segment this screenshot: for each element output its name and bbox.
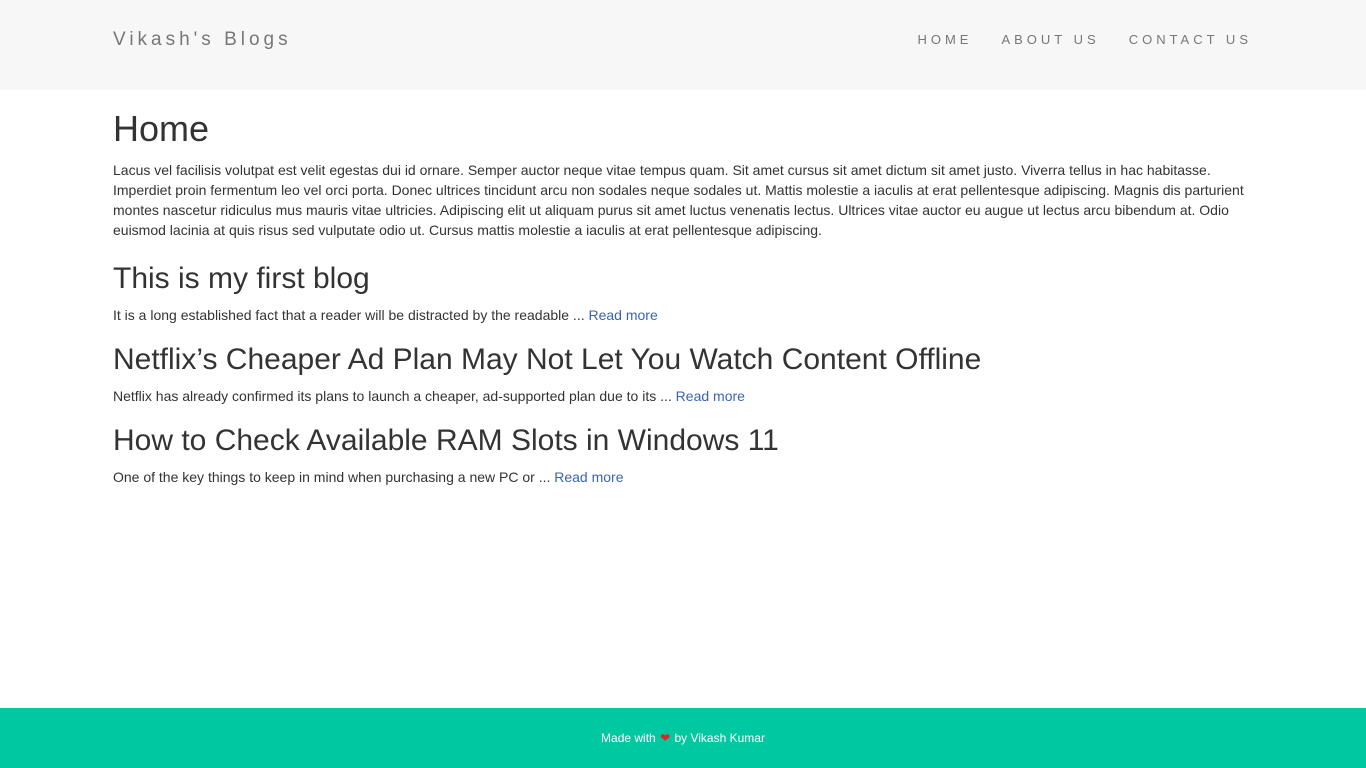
nav-about-us-link[interactable]: ABOUT US — [1001, 32, 1099, 48]
site-brand-link[interactable]: Vikash's Blogs — [113, 29, 292, 51]
heart-icon: ❤ — [660, 731, 671, 745]
blog-post: How to Check Available RAM Slots in Wind… — [113, 423, 1253, 486]
post-excerpt-text: Netflix has already confirmed its plans … — [113, 388, 676, 404]
blog-post: Netflix’s Cheaper Ad Plan May Not Let Yo… — [113, 342, 1253, 405]
site-header: Vikash's Blogs HOME ABOUT US CONTACT US — [0, 0, 1366, 90]
read-more-link[interactable]: Read more — [589, 307, 658, 323]
post-title: This is my first blog — [113, 262, 370, 295]
nav-contact-us-link[interactable]: CONTACT US — [1129, 32, 1252, 48]
read-more-link[interactable]: Read more — [676, 388, 745, 404]
main-content: Home Lacus vel facilisis volutpat est ve… — [113, 108, 1253, 486]
post-excerpt: Netflix has already confirmed its plans … — [113, 387, 1253, 405]
intro-paragraph: Lacus vel facilisis volutpat est velit e… — [113, 162, 1244, 238]
footer-prefix: Made with — [601, 731, 660, 745]
post-title: Netflix’s Cheaper Ad Plan May Not Let Yo… — [113, 343, 982, 376]
read-more-link[interactable]: Read more — [554, 469, 623, 485]
post-excerpt: One of the key things to keep in mind wh… — [113, 468, 1253, 486]
footer-suffix: by Vikash Kumar — [671, 731, 765, 745]
main-nav: HOME ABOUT US CONTACT US — [917, 32, 1252, 48]
blog-post: This is my first blog It is a long estab… — [113, 261, 1253, 324]
page-title: Home — [113, 108, 210, 149]
post-title: How to Check Available RAM Slots in Wind… — [113, 424, 779, 457]
post-excerpt-text: It is a long established fact that a rea… — [113, 307, 589, 323]
nav-home-link[interactable]: HOME — [917, 32, 972, 48]
site-footer: Made with ❤ by Vikash Kumar — [0, 708, 1366, 768]
post-excerpt: It is a long established fact that a rea… — [113, 306, 1253, 324]
post-excerpt-text: One of the key things to keep in mind wh… — [113, 469, 555, 485]
